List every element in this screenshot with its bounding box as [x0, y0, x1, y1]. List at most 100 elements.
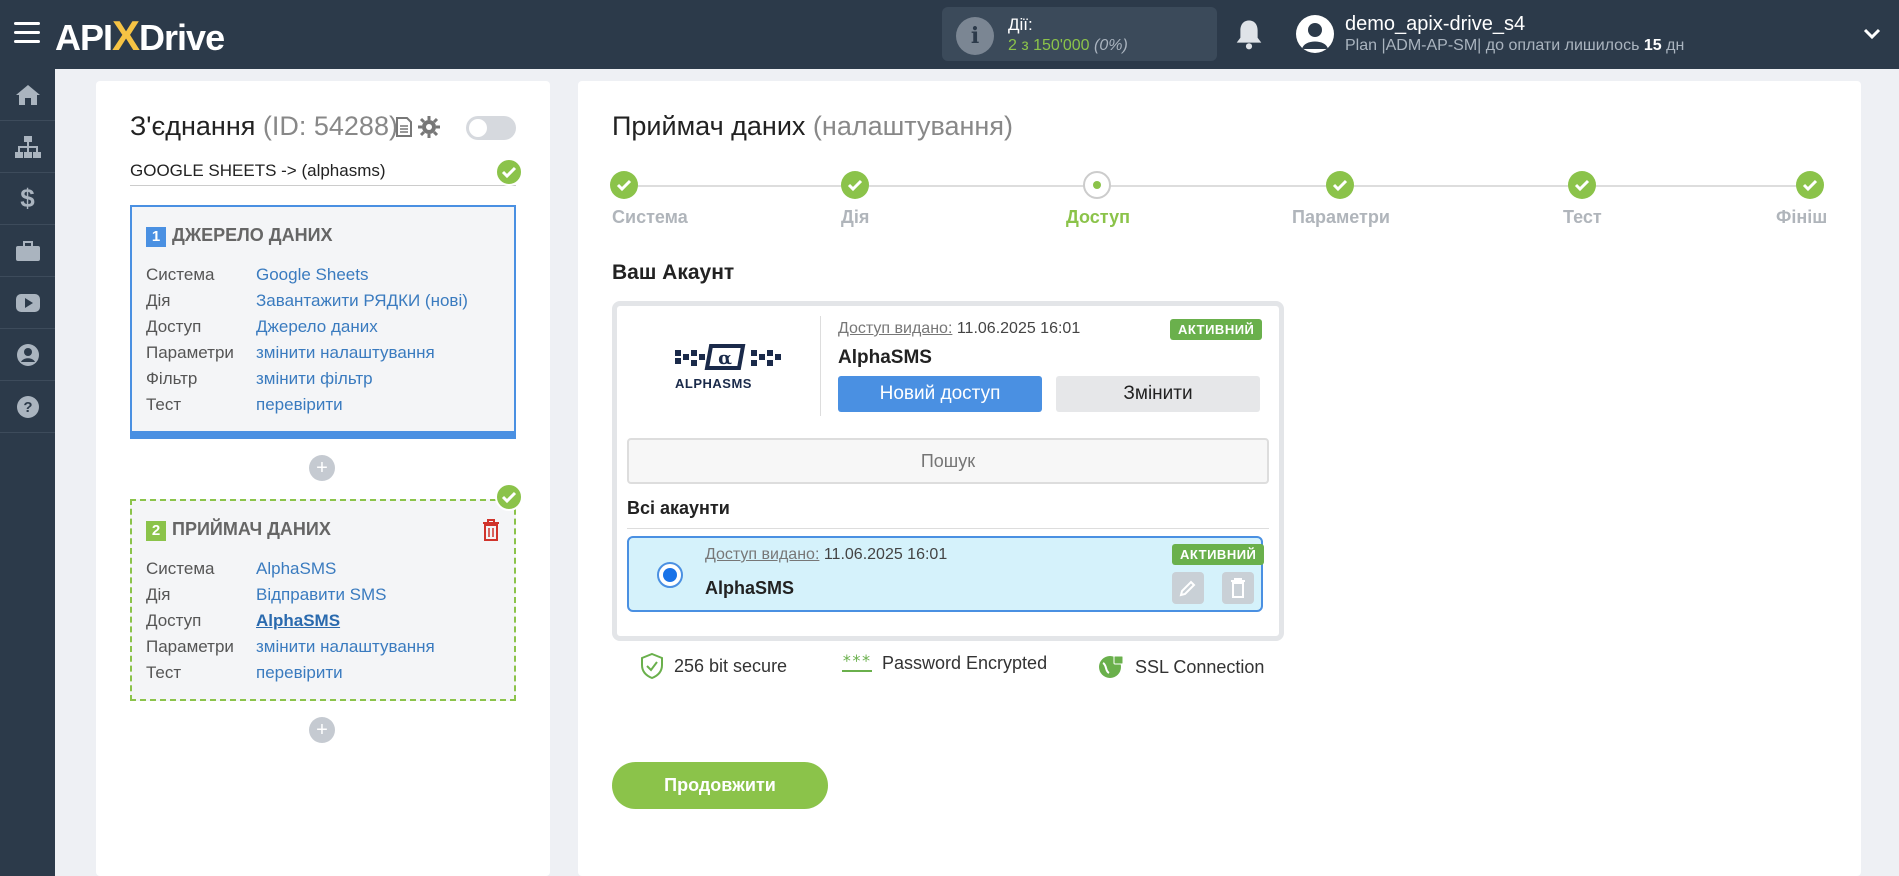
check-icon [495, 158, 523, 186]
destination-params-link[interactable]: змінити налаштування [256, 637, 435, 663]
page-title: Приймач даних (налаштування) [612, 111, 1013, 141]
step-system-label[interactable]: Система [612, 207, 688, 228]
search-input[interactable] [627, 438, 1269, 484]
destination-test-link[interactable]: перевірити [256, 663, 343, 689]
account-section-title: Ваш Акаунт [612, 261, 735, 284]
destination-row-access: Доступ AlphaSMS [146, 611, 435, 637]
source-block[interactable]: 1 ДЖЕРЕЛО ДАНИХ Система Google Sheets Дія З… [130, 205, 516, 439]
sidebar-item-billing[interactable]: $ [0, 173, 55, 225]
status-badge: АКТИВНИЙ [1172, 544, 1265, 565]
briefcase-icon [15, 240, 40, 261]
destination-block[interactable]: 2 ПРИЙМАЧ ДАНИХ Система AlphaSMS Дія Відпра… [130, 499, 516, 701]
account-list-item[interactable]: Доступ видано: 11.06.2025 16:01 АКТИВНИЙ… [627, 536, 1265, 612]
add-step-button[interactable]: + [309, 455, 335, 481]
source-row-action: Дія Завантажити РЯДКИ (нові) [146, 291, 468, 317]
globe-lock-icon [1099, 655, 1124, 678]
destination-access-link[interactable]: AlphaSMS [256, 611, 340, 637]
info-icon: i [956, 17, 994, 55]
sidebar-item-connections[interactable] [0, 121, 55, 173]
new-access-button[interactable]: Новий доступ [838, 376, 1042, 412]
destination-action-link[interactable]: Відправити SMS [256, 585, 387, 611]
svg-text:α: α [718, 348, 732, 369]
source-test-link[interactable]: перевірити [256, 395, 343, 421]
step-action-label[interactable]: Дія [841, 207, 869, 228]
step-access-label[interactable]: Доступ [1066, 207, 1130, 228]
menu-icon[interactable] [14, 22, 40, 44]
source-row-access: Доступ Джерело даних [146, 317, 468, 343]
account-box: α ALPHASMS Доступ видано: 11.06.2025 16:… [612, 301, 1284, 641]
sidebar: $ ? [0, 69, 55, 876]
step-test-label[interactable]: Тест [1563, 207, 1602, 228]
chevron-down-icon[interactable] [1862, 24, 1882, 44]
trash-icon[interactable] [482, 519, 500, 541]
bell-icon[interactable] [1234, 18, 1264, 50]
home-icon [15, 84, 40, 105]
sidebar-item-home[interactable] [0, 69, 55, 121]
destination-row-system: Система AlphaSMS [146, 559, 435, 585]
step-access-dot[interactable] [1083, 171, 1111, 199]
help-icon: ? [16, 395, 39, 418]
source-filter-link[interactable]: змінити фільтр [256, 369, 373, 395]
divider [820, 316, 821, 416]
sidebar-item-briefcase[interactable] [0, 225, 55, 277]
actions-value: 2 з 150'000 (0%) [1008, 37, 1128, 54]
change-button[interactable]: Змінити [1056, 376, 1260, 412]
security-256: 256 bit secure [640, 653, 787, 679]
continue-button[interactable]: Продовжити [612, 762, 828, 809]
alphasms-logo-text: ALPHASMS [675, 376, 752, 391]
connection-name[interactable]: GOOGLE SHEETS -> (alphasms) [130, 161, 516, 186]
steps-line [624, 185, 1802, 187]
connection-toggle[interactable] [466, 116, 516, 140]
source-action-link[interactable]: Завантажити РЯДКИ (нові) [256, 291, 468, 317]
security-password: *** Password Encrypted [842, 653, 1047, 674]
step-finish-label[interactable]: Фініш [1776, 207, 1827, 228]
username[interactable]: demo_apix-drive_s4 [1345, 13, 1525, 36]
edit-button[interactable] [1172, 572, 1204, 604]
actions-counter[interactable]: i Дії: 2 з 150'000 (0%) [942, 7, 1217, 61]
item-access-granted: Доступ видано: 11.06.2025 16:01 [705, 546, 948, 563]
document-icon[interactable] [396, 117, 412, 137]
step-params-dot[interactable] [1326, 171, 1354, 199]
plan-info: Plan |ADM-AP-SM| до оплати лишилось 15 д… [1345, 37, 1685, 54]
gear-icon[interactable] [418, 116, 440, 138]
source-row-system: Система Google Sheets [146, 265, 468, 291]
alphasms-logo: α ALPHASMS [667, 342, 787, 406]
security-ssl: SSL Connection [1097, 653, 1264, 681]
delete-button[interactable] [1222, 572, 1254, 604]
all-accounts-label: Всі акаунти [627, 498, 730, 518]
source-params-link[interactable]: змінити налаштування [256, 343, 435, 369]
destination-header: 2 ПРИЙМАЧ ДАНИХ [146, 519, 331, 541]
divider [627, 528, 1269, 529]
actions-label: Дії: [1008, 15, 1033, 34]
sidebar-item-help[interactable]: ? [0, 381, 55, 433]
item-account-name: AlphaSMS [705, 578, 795, 598]
step-test-dot[interactable] [1568, 171, 1596, 199]
step-finish-dot[interactable] [1796, 171, 1824, 199]
step-system-dot[interactable] [610, 171, 638, 199]
top-bar: APIXDrive i Дії: 2 з 150'000 (0%) demo_a… [0, 0, 1899, 69]
logo[interactable]: APIXDrive [55, 12, 225, 60]
destination-system-link[interactable]: AlphaSMS [256, 559, 336, 585]
add-step-button[interactable]: + [309, 717, 335, 743]
sidebar-item-video[interactable] [0, 277, 55, 329]
dollar-icon: $ [20, 183, 35, 213]
account-radio[interactable] [657, 562, 683, 588]
source-system-link[interactable]: Google Sheets [256, 265, 368, 291]
source-row-filter: Фільтр змінити фільтр [146, 369, 468, 395]
source-access-link[interactable]: Джерело даних [256, 317, 378, 343]
trash-icon [1231, 578, 1245, 598]
svg-text:***: *** [842, 654, 871, 670]
sidebar-item-profile[interactable] [0, 329, 55, 381]
access-granted: Доступ видано: 11.06.2025 16:01 [838, 320, 1081, 337]
youtube-icon [15, 293, 40, 312]
step-params-label[interactable]: Параметри [1292, 207, 1390, 228]
pencil-icon [1179, 580, 1196, 597]
connection-title: З'єднання (ID: 54288) [130, 111, 398, 141]
sitemap-icon [14, 135, 41, 158]
password-icon: *** [842, 654, 872, 672]
account-name: AlphaSMS [838, 347, 932, 368]
avatar-icon[interactable] [1296, 15, 1334, 53]
connection-panel: З'єднання (ID: 54288) GOOGLE SHEETS -> (… [96, 81, 550, 876]
check-icon [495, 483, 523, 511]
step-action-dot[interactable] [841, 171, 869, 199]
